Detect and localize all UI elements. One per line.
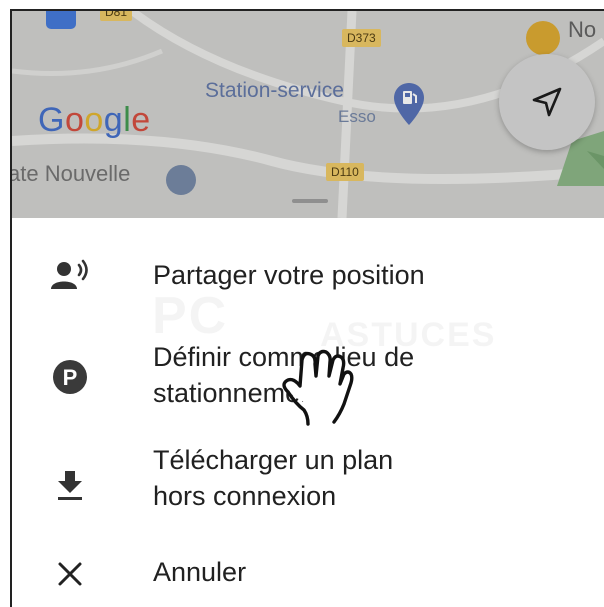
share-location-label: Partager votre position — [153, 260, 425, 290]
road-label-d373: D373 — [342, 29, 381, 47]
download-offline-map-label: Télécharger un plan hors connexion — [153, 445, 394, 511]
road-label-d110: D110 — [326, 163, 364, 181]
svg-text:P: P — [63, 365, 78, 390]
share-location-item[interactable]: Partager votre position — [12, 238, 604, 318]
download-offline-map-item[interactable]: Télécharger un plan hors connexion — [12, 438, 604, 528]
gas-station-pin-icon[interactable] — [392, 81, 426, 134]
navigation-arrow-icon — [532, 87, 562, 117]
share-location-icon — [50, 256, 90, 296]
place-label: ate Nouvelle — [12, 161, 131, 186]
transit-icon — [46, 11, 76, 29]
poi-brand: Esso — [338, 107, 376, 126]
cancel-item[interactable]: Annuler — [12, 538, 604, 607]
hand-pointer-icon — [274, 346, 356, 431]
poi-name[interactable]: Station-service — [205, 79, 344, 103]
close-icon — [50, 554, 90, 594]
restaurant-pin-icon — [526, 21, 560, 55]
road-label-d81: D81 — [100, 11, 133, 21]
google-logo: Google — [38, 101, 151, 139]
app-frame: D81 D373 D110 Station-service Esso ate N… — [10, 9, 604, 607]
place-label-right: No — [568, 17, 597, 42]
map-view[interactable]: D81 D373 D110 Station-service Esso ate N… — [12, 11, 604, 218]
sheet-drag-handle[interactable] — [292, 199, 328, 203]
navigate-button[interactable] — [499, 54, 595, 150]
download-icon — [50, 466, 90, 506]
place-marker-icon — [166, 165, 196, 195]
parking-icon: P — [50, 357, 90, 397]
cancel-label: Annuler — [153, 557, 247, 587]
